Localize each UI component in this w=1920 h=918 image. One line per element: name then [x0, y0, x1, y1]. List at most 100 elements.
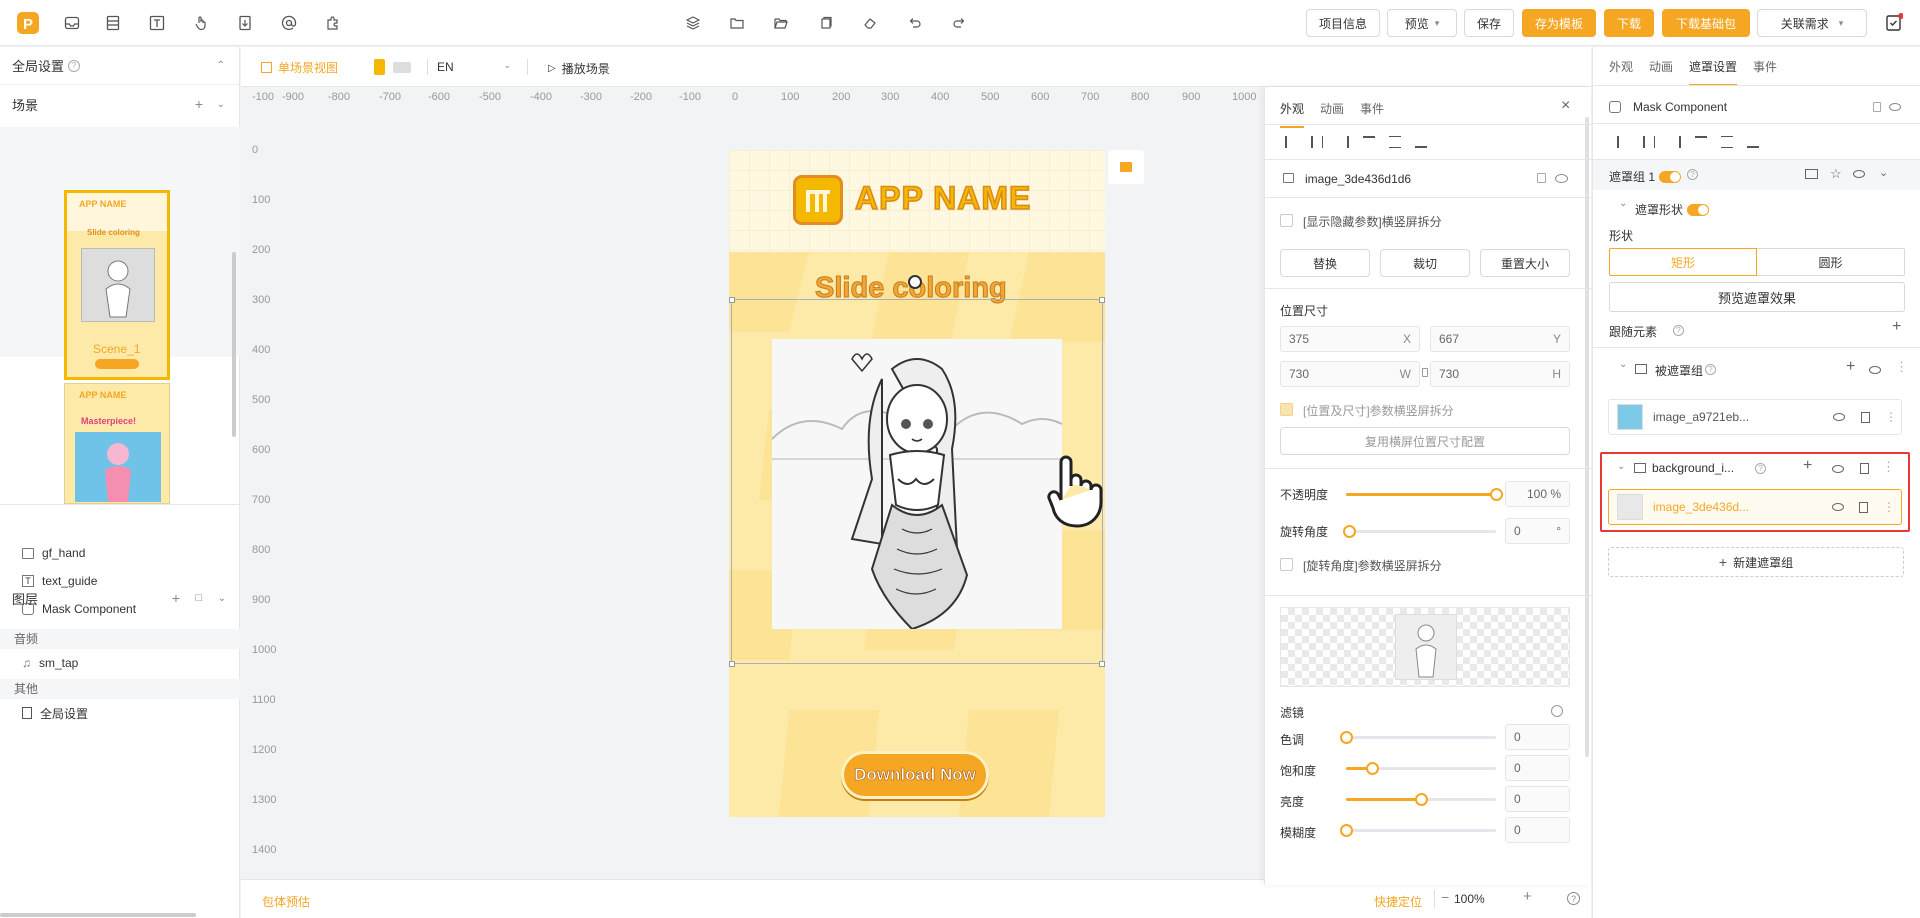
tab-event[interactable]: 事件 — [1753, 58, 1777, 75]
trash-icon[interactable] — [1861, 411, 1870, 423]
star-icon[interactable]: ☆ — [1830, 166, 1842, 182]
filter-input[interactable]: 0 — [1505, 786, 1570, 812]
align-right-icon[interactable] — [1669, 136, 1681, 148]
mask-shape-toggle[interactable] — [1687, 203, 1709, 216]
masked-item-row[interactable]: image_a9721eb... ⋮ — [1608, 399, 1902, 435]
eye-icon[interactable] — [1832, 465, 1844, 473]
download-button[interactable]: 下载 — [1604, 9, 1654, 37]
align-bottom-icon[interactable] — [1747, 136, 1759, 148]
rotation-slider[interactable] — [1343, 525, 1496, 538]
landscape-toggle[interactable] — [393, 62, 411, 73]
chevron-up-icon[interactable]: ⌃ — [217, 60, 225, 71]
rotation-slider-knob[interactable] — [1343, 525, 1356, 538]
align-left-icon[interactable] — [1617, 136, 1629, 148]
other-item[interactable]: 全局设置 — [0, 699, 240, 727]
add-icon[interactable]: + — [1846, 358, 1855, 376]
align-bottom-icon[interactable] — [1415, 136, 1427, 148]
reuse-landscape-button[interactable]: 复用横屏位置尺寸配置 — [1280, 427, 1570, 455]
filter-slider-knob[interactable] — [1340, 731, 1353, 744]
chevron-down-icon[interactable]: ⌄ — [1617, 461, 1625, 472]
portrait-toggle[interactable] — [374, 59, 385, 75]
shape-circle-option[interactable]: 圆形 — [1757, 248, 1905, 276]
at-icon[interactable] — [279, 13, 299, 33]
layout-icon[interactable] — [103, 13, 123, 33]
tab-mask-settings[interactable]: 遮罩设置 — [1689, 58, 1738, 86]
add-scene-icon[interactable]: + — [195, 96, 203, 112]
show-hidden-checkbox[interactable] — [1280, 214, 1293, 227]
filter-input[interactable]: 0 — [1505, 724, 1570, 750]
filter-slider[interactable] — [1346, 762, 1496, 775]
filter-slider[interactable] — [1340, 824, 1496, 837]
download-now-button[interactable]: Download Now — [841, 751, 989, 799]
panel-scrollbar[interactable] — [1585, 117, 1589, 757]
global-settings-header[interactable]: 全局设置 ? ⌃ — [0, 47, 239, 85]
eye-icon[interactable] — [1889, 103, 1901, 111]
eraser-icon[interactable] — [860, 13, 880, 33]
language-select[interactable]: EN ⌄ — [437, 60, 511, 74]
resize-handle[interactable] — [729, 297, 735, 303]
opacity-slider[interactable] — [1346, 488, 1503, 501]
crop-button[interactable]: 裁切 — [1380, 249, 1470, 277]
scene-thumbnail-2[interactable]: APP NAME Masterpiece! — [64, 383, 170, 504]
opacity-slider-knob[interactable] — [1490, 488, 1503, 501]
tab-animation[interactable]: 动画 — [1320, 100, 1344, 117]
pos-split-checkbox[interactable] — [1280, 403, 1293, 416]
drag-handle-icon[interactable]: ⋮ — [1895, 359, 1908, 375]
related-demand-dropdown[interactable]: 关联需求 ▾ — [1757, 9, 1867, 37]
help-icon[interactable]: ? — [1567, 892, 1580, 905]
audio-item[interactable]: ♫ sm_tap — [0, 649, 240, 677]
folder-open-icon[interactable] — [771, 13, 791, 33]
zoom-in-icon[interactable]: + — [1523, 888, 1532, 905]
h-input[interactable]: 730 H — [1430, 361, 1570, 387]
tab-event[interactable]: 事件 — [1360, 100, 1384, 117]
redo-icon[interactable] — [949, 13, 969, 33]
replace-button[interactable]: 替换 — [1280, 249, 1370, 277]
add-icon[interactable]: + — [1803, 457, 1812, 475]
download-base-button[interactable]: 下载基础包 — [1662, 9, 1750, 37]
scene-name[interactable]: Scene_1 — [93, 342, 140, 356]
drag-handle-icon[interactable]: ⋮ — [1885, 410, 1897, 424]
tab-appearance[interactable]: 外观 — [1609, 58, 1633, 75]
chevron-down-icon[interactable]: ⌄ — [1879, 166, 1888, 179]
hand-tap-icon[interactable] — [191, 13, 211, 33]
package-estimate-link[interactable]: 包体预估 — [262, 893, 310, 910]
chevron-down-icon[interactable]: ⌄ — [1619, 359, 1627, 370]
lock-ratio-icon[interactable] — [1422, 368, 1428, 377]
close-icon[interactable]: × — [1561, 97, 1570, 115]
resize-handle[interactable] — [1099, 297, 1105, 303]
quick-locate-link[interactable]: 快捷定位 — [1374, 893, 1422, 910]
play-scene-button[interactable]: ▷ 播放场景 — [548, 60, 610, 77]
inbox-icon[interactable] — [62, 13, 82, 33]
mask-group-header[interactable]: 遮罩组 1 ? ☆ ⌄ — [1593, 160, 1920, 190]
rotation-input[interactable]: 0 ° — [1505, 518, 1570, 544]
align-middle-v-icon[interactable] — [1389, 136, 1401, 148]
filter-input[interactable]: 0 — [1505, 817, 1570, 843]
reset-filter-icon[interactable] — [1551, 705, 1563, 717]
align-center-h-icon[interactable] — [1643, 136, 1655, 148]
filter-slider[interactable] — [1340, 731, 1496, 744]
w-input[interactable]: 730 W — [1280, 361, 1420, 387]
scene-card-1[interactable]: APP NAME Slide coloring — [0, 127, 240, 380]
scene-scrollbar[interactable] — [232, 252, 236, 437]
layer-item[interactable]: Mask Component — [0, 595, 240, 623]
filter-slider-knob[interactable] — [1365, 762, 1379, 775]
resize-handle[interactable] — [1099, 661, 1105, 667]
lock-icon[interactable] — [1537, 173, 1546, 183]
trash-icon[interactable] — [1860, 463, 1869, 474]
eye-icon[interactable] — [1833, 413, 1845, 421]
undo-icon[interactable] — [905, 13, 925, 33]
horizontal-scrollbar[interactable] — [0, 913, 196, 917]
plugin-icon[interactable] — [323, 13, 343, 33]
rotate-handle-icon[interactable] — [908, 275, 922, 289]
folder-icon[interactable] — [727, 13, 747, 33]
preview-mask-button[interactable]: 预览遮罩效果 — [1609, 282, 1905, 312]
filter-slider[interactable] — [1346, 793, 1496, 806]
copy-icon[interactable] — [816, 13, 836, 33]
file-icon[interactable] — [235, 13, 255, 33]
scene-canvas[interactable]: APP NAME Slide coloring Download Now — [729, 150, 1105, 817]
layer-item[interactable]: gf_hand — [0, 539, 240, 567]
eye-icon[interactable] — [1555, 174, 1568, 183]
layer-item[interactable]: Ttext_guide — [0, 567, 240, 595]
rotation-split-checkbox[interactable] — [1280, 558, 1293, 571]
y-input[interactable]: 667 Y — [1430, 326, 1570, 352]
